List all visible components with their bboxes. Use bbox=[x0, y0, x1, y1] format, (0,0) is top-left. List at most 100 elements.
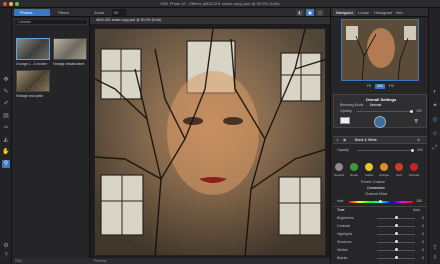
zoom-fit-button[interactable]: Fit bbox=[365, 84, 373, 89]
color-swatch-red[interactable] bbox=[395, 163, 403, 171]
zoom-100-button[interactable]: 100 bbox=[375, 84, 385, 89]
channel-mixer-label[interactable]: Channel Mixer bbox=[365, 192, 388, 196]
tone-section-header[interactable]: Tone Auto bbox=[333, 206, 427, 213]
folder-path-field[interactable]: Lohman bbox=[14, 19, 88, 25]
tone-row-value: 0 bbox=[422, 224, 424, 228]
effects-module-icon[interactable]: ✦ bbox=[431, 102, 439, 110]
tone-row-knob[interactable] bbox=[394, 240, 398, 243]
resize-module-icon[interactable]: ⤢ bbox=[431, 144, 439, 152]
zoom-window-button[interactable] bbox=[15, 2, 19, 6]
hand-tool-icon[interactable]: ✋ bbox=[2, 148, 10, 156]
tone-auto-button[interactable]: Auto bbox=[413, 208, 420, 212]
tone-row-value: 0 bbox=[422, 248, 424, 252]
color-swatch-label: Infrared bbox=[408, 173, 420, 177]
navigator-thumbnail bbox=[342, 20, 418, 80]
overall-settings-panel: Overall Settings Blending Mode Normal Op… bbox=[333, 94, 427, 128]
right-panel: Navigator Loupe Histogram Info Fit 100 F… bbox=[330, 8, 429, 264]
color-swatch-orange[interactable] bbox=[380, 163, 388, 171]
brush-tool-icon[interactable]: ✎ bbox=[2, 88, 10, 96]
overall-opacity-label: Opacity bbox=[340, 109, 352, 113]
share-icon[interactable]: ⇪ bbox=[431, 244, 439, 252]
color-swatch-infrared[interactable] bbox=[410, 163, 418, 171]
preset-label: Vintage desaturated bbox=[53, 62, 85, 66]
bw-opacity-knob[interactable] bbox=[411, 149, 414, 152]
color-swatch-yellow[interactable] bbox=[365, 163, 373, 171]
preset-label: Grunge L…k border bbox=[16, 62, 47, 66]
hue-label: Hue bbox=[337, 199, 344, 203]
mask-thumbnail[interactable] bbox=[340, 117, 350, 124]
mask-brush-icon[interactable]: ✐ bbox=[2, 100, 10, 108]
bw-opacity-slider[interactable] bbox=[357, 150, 413, 151]
tab-info[interactable]: Info bbox=[393, 9, 406, 16]
compare-icon[interactable]: ◧ bbox=[296, 9, 304, 16]
tone-row-knob[interactable] bbox=[394, 216, 398, 219]
color-swatch-neutral[interactable] bbox=[335, 163, 343, 171]
tone-row-knob[interactable] bbox=[394, 256, 398, 259]
tone-row-label: Contrast bbox=[337, 224, 351, 228]
document-tab[interactable]: d842-001 smart copy.psd @ 50.0% (8-bit) bbox=[90, 17, 330, 24]
zoom-fill-button[interactable]: Fill bbox=[387, 84, 395, 89]
preset-thumbnail[interactable] bbox=[53, 38, 87, 60]
tone-row-knob[interactable] bbox=[394, 224, 398, 227]
tab-filters[interactable]: Filters bbox=[52, 9, 88, 16]
split-view-icon[interactable]: ◫ bbox=[316, 9, 324, 16]
zoom-buttons: Fit 100 Fill bbox=[331, 84, 429, 90]
help-icon[interactable]: ? bbox=[2, 252, 10, 260]
tone-row-value: 0 bbox=[422, 216, 424, 220]
export-icon[interactable]: ⇩ bbox=[431, 254, 439, 262]
blending-mode-select[interactable]: Normal bbox=[370, 103, 381, 107]
zoom-label: Zoom bbox=[94, 10, 105, 15]
tone-row-highlights: Highlights 0 bbox=[333, 231, 427, 238]
overall-opacity-slider[interactable] bbox=[356, 111, 412, 112]
portrait-module-icon[interactable]: ☺ bbox=[431, 130, 439, 138]
preset-thumbnail[interactable] bbox=[16, 38, 50, 60]
gradient-tool-icon[interactable]: ▤ bbox=[2, 112, 10, 120]
navigator-tabs: Navigator Loupe Histogram Info bbox=[331, 8, 429, 17]
refine-brush-icon[interactable]: ✑ bbox=[2, 124, 10, 132]
color-swatch-label: Green bbox=[349, 173, 359, 177]
chisel-tool-icon[interactable]: ◭ bbox=[2, 136, 10, 144]
layers-module-icon[interactable]: ◎ bbox=[431, 116, 439, 124]
overall-opacity-value: 100 bbox=[416, 109, 422, 113]
color-swatch-green[interactable] bbox=[350, 163, 358, 171]
tool-strip: ✥ ✎ ✐ ▤ ✑ ◭ ✋ ⚲ ⚙ ? bbox=[0, 8, 12, 264]
hue-knob[interactable] bbox=[379, 200, 382, 203]
tone-row-label: Whites bbox=[337, 248, 348, 252]
filter-menu-icon[interactable]: ⚙ bbox=[417, 138, 420, 142]
settings-gear-icon[interactable]: ⚙ bbox=[2, 242, 10, 250]
zoom-select[interactable]: 50 bbox=[112, 9, 126, 16]
minimize-window-button[interactable] bbox=[9, 2, 13, 6]
conversion-label: Conversion bbox=[367, 186, 385, 190]
bw-opacity-value: 100 bbox=[417, 148, 423, 152]
preset-label[interactable]: Preset: Custom bbox=[361, 180, 385, 184]
navigator-preview[interactable] bbox=[341, 19, 419, 81]
zoom-tool-icon[interactable]: ⚲ bbox=[2, 160, 10, 168]
tab-photos[interactable]: Photos bbox=[14, 9, 50, 16]
filter-visibility-icon[interactable]: ◉ bbox=[336, 138, 339, 142]
tone-row-value: 0 bbox=[422, 240, 424, 244]
overall-settings-title: Overall Settings bbox=[365, 97, 397, 102]
tone-row-knob[interactable] bbox=[394, 232, 398, 235]
tab-histogram[interactable]: Histogram bbox=[371, 9, 395, 16]
tone-row-knob[interactable] bbox=[394, 248, 398, 251]
delete-icon[interactable]: 🗑 bbox=[414, 119, 418, 123]
transform-tool-icon[interactable]: ✥ bbox=[2, 76, 10, 84]
overall-opacity-knob[interactable] bbox=[410, 110, 413, 113]
tone-row-label: Blacks bbox=[337, 256, 348, 260]
tab-navigator[interactable]: Navigator bbox=[333, 9, 357, 16]
preview-toggle-icon[interactable]: ▣ bbox=[306, 9, 314, 16]
image-canvas[interactable] bbox=[94, 28, 326, 256]
tab-loupe[interactable]: Loupe bbox=[355, 9, 372, 16]
tone-row-label: Highlights bbox=[337, 232, 353, 236]
color-swatch-label: Red bbox=[396, 173, 402, 177]
preset-label: Vintage and plate bbox=[16, 94, 44, 98]
browser-tabs: Photos Filters bbox=[12, 8, 90, 17]
develop-module-icon[interactable]: ◐ bbox=[431, 88, 439, 96]
black-white-filter-header[interactable]: ◉ ▣ Black & White ⚙ bbox=[333, 136, 427, 144]
mask-target-icon[interactable] bbox=[374, 116, 386, 128]
blending-mode-label: Blending Mode bbox=[340, 103, 364, 107]
preset-thumbnail[interactable] bbox=[16, 70, 50, 92]
module-strip: ◐ ✦ ◎ ☺ ⤢ ⇪ ⇩ bbox=[428, 8, 440, 264]
bw-opacity-label: Opacity bbox=[337, 148, 349, 152]
close-window-button[interactable] bbox=[3, 2, 7, 6]
